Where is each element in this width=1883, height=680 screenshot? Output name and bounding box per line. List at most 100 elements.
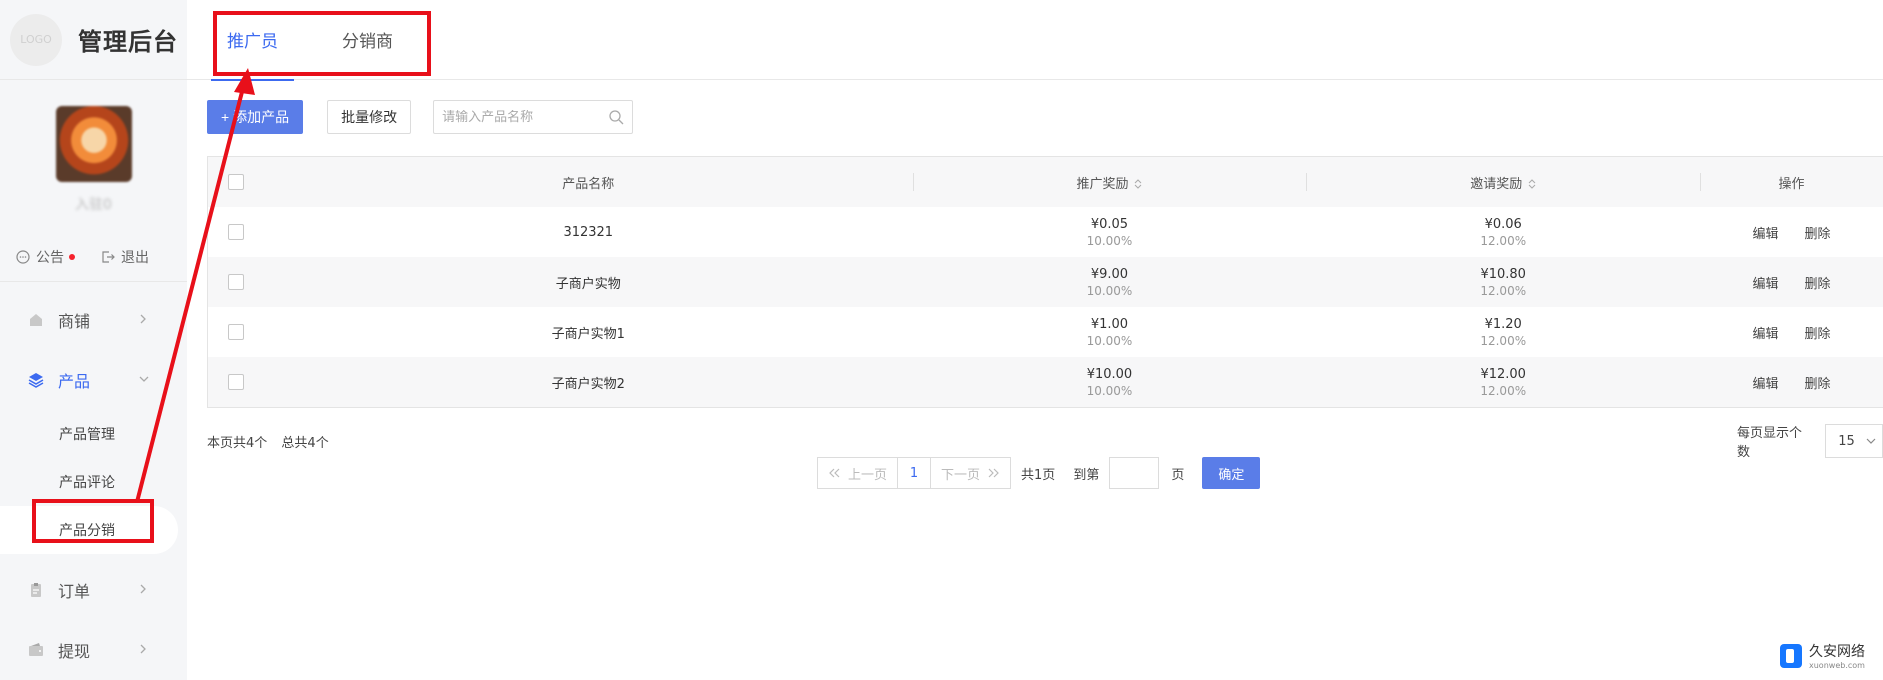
per-page-label: 每页显示个数: [1737, 426, 1803, 460]
search-input[interactable]: [442, 109, 609, 125]
invite-percent: 12.00%: [1480, 283, 1527, 298]
logout-link[interactable]: 退出: [101, 247, 149, 267]
invite-amount: ¥1.20: [1484, 316, 1522, 332]
row-checkbox[interactable]: [227, 374, 244, 390]
per-page-select[interactable]: 15: [1825, 424, 1883, 458]
promo-reward: ¥10.00 10.00%: [913, 357, 1307, 407]
header-invite-text: 邀请奖励: [1470, 176, 1523, 192]
promo-amount: ¥0.05: [1090, 216, 1129, 232]
edit-link[interactable]: 编辑: [1753, 323, 1779, 342]
notice-dot: [69, 253, 75, 260]
add-product-button[interactable]: + 添加产品: [207, 100, 304, 134]
goto-label: 到第: [1073, 467, 1100, 483]
tab-distributor[interactable]: 分销商: [342, 0, 393, 80]
tab-promoter[interactable]: 推广员: [211, 0, 294, 81]
profile: 入驻0: [0, 80, 187, 232]
quick-actions: 公告 退出: [0, 232, 187, 282]
menu-label-order: 订单: [58, 582, 91, 601]
total-pages: 共1页: [1021, 467, 1056, 483]
product-name: 312321: [563, 224, 614, 240]
delete-link[interactable]: 删除: [1805, 373, 1831, 392]
watermark-subtitle: xuonweb.com: [1809, 661, 1865, 670]
row-check-cell: [208, 307, 264, 357]
product-name: 子商户实物2: [551, 376, 625, 392]
next-page-button[interactable]: 下一页: [930, 457, 1012, 489]
batch-edit-button[interactable]: 批量修改: [327, 100, 412, 134]
page-summary: 本页共4个 总共4个: [207, 432, 339, 451]
chevron-right-icon: [140, 314, 146, 324]
invite-amount: ¥0.06: [1484, 216, 1522, 232]
table-header: 产品名称 推广奖励 邀请奖励 操作: [208, 157, 1883, 207]
menu-label-withdraw: 提现: [58, 642, 91, 661]
goto-confirm-button[interactable]: 确定: [1202, 457, 1261, 489]
header-ops-label: 操作: [1778, 176, 1805, 192]
row-check-cell: [208, 357, 264, 407]
double-chevron-left-icon: [829, 468, 840, 478]
promo-amount: ¥10.00: [1086, 366, 1133, 382]
layers-icon: [28, 372, 44, 388]
sort-icon[interactable]: [1134, 178, 1142, 190]
product-table: 产品名称 推广奖励 邀请奖励 操作 312321 ¥0.05 10.00% ¥0.…: [207, 156, 1883, 408]
row-ops: 编辑 删除: [1700, 257, 1883, 307]
row-checkbox[interactable]: [227, 324, 244, 340]
delete-link[interactable]: 删除: [1805, 323, 1831, 342]
invite-percent: 12.00%: [1480, 333, 1527, 348]
table-row: 子商户实物2 ¥10.00 10.00% ¥12.00 12.00% 编辑 删除: [208, 357, 1883, 407]
promo-amount: ¥1.00: [1090, 316, 1129, 332]
invite-percent: 12.00%: [1480, 233, 1527, 248]
submenu-product-manage[interactable]: 产品管理: [0, 410, 187, 458]
header-invite-label: 邀请奖励: [1470, 173, 1536, 192]
submenu-product-distribution[interactable]: 产品分销: [0, 506, 178, 554]
row-check-cell: [208, 207, 264, 257]
table-row: 子商户实物1 ¥1.00 10.00% ¥1.20 12.00% 编辑 删除: [208, 307, 1883, 357]
edit-link[interactable]: 编辑: [1753, 223, 1779, 242]
submenu-product-review[interactable]: 产品评论: [0, 458, 187, 506]
toolbar: + 添加产品 批量修改: [207, 100, 634, 134]
chevron-right-icon: [140, 584, 146, 594]
sort-icon[interactable]: [1528, 178, 1536, 190]
header-promo-label: 推广奖励: [1076, 173, 1142, 192]
brand-logo-icon: [1780, 643, 1802, 668]
app-title: 管理后台: [78, 28, 178, 56]
header-invite[interactable]: 邀请奖励: [1306, 157, 1700, 207]
invite-percent: 12.00%: [1480, 383, 1527, 398]
menu-label-product: 产品: [58, 372, 91, 391]
menu-item-product[interactable]: 产品: [0, 350, 187, 410]
goto-page-input[interactable]: [1109, 457, 1160, 489]
menu-item-order[interactable]: 订单: [0, 560, 187, 620]
search-icon[interactable]: [608, 109, 624, 125]
edit-link[interactable]: 编辑: [1753, 373, 1779, 392]
row-checkbox[interactable]: [227, 274, 244, 290]
invite-amount: ¥12.00: [1480, 366, 1526, 382]
row-checkbox[interactable]: [227, 224, 244, 240]
logo-row: LOGO 管理后台: [0, 0, 187, 80]
invite-reward: ¥10.80 12.00%: [1306, 257, 1700, 307]
avatar[interactable]: [55, 106, 132, 182]
invite-reward: ¥0.06 12.00%: [1306, 207, 1700, 257]
header-promo[interactable]: 推广奖励: [912, 157, 1307, 207]
chevron-down-icon: [1866, 438, 1876, 444]
page-unit-label: 页: [1171, 467, 1185, 483]
edit-link[interactable]: 编辑: [1753, 273, 1779, 292]
header-check-cell: [208, 157, 264, 207]
per-page-value: 15: [1838, 433, 1855, 449]
menu-item-withdraw[interactable]: 提现: [0, 620, 187, 680]
shop-icon: [28, 312, 44, 328]
prev-page-button[interactable]: 上一页: [817, 457, 899, 489]
prev-page-label: 上一页: [848, 467, 888, 483]
delete-link[interactable]: 删除: [1805, 223, 1831, 242]
delete-link[interactable]: 删除: [1805, 273, 1831, 292]
total-count: 总共4个: [281, 436, 329, 451]
page-number-1[interactable]: 1: [898, 457, 931, 489]
watermark-title: 久安网络: [1809, 644, 1865, 660]
watermark-text: 久安网络 xuonweb.com: [1809, 641, 1865, 670]
invite-reward: ¥1.20 12.00%: [1306, 307, 1700, 357]
invite-reward: ¥12.00 12.00%: [1306, 357, 1700, 407]
select-all-checkbox[interactable]: [227, 174, 244, 190]
wallet-icon: [28, 642, 44, 658]
notice-link[interactable]: 公告: [16, 247, 75, 267]
tab-bar: 推广员 分销商: [187, 0, 1883, 81]
table-row: 312321 ¥0.05 10.00% ¥0.06 12.00% 编辑 删除: [208, 207, 1883, 257]
product-name: 子商户实物: [555, 276, 621, 292]
menu-item-shop[interactable]: 商铺: [0, 290, 187, 350]
